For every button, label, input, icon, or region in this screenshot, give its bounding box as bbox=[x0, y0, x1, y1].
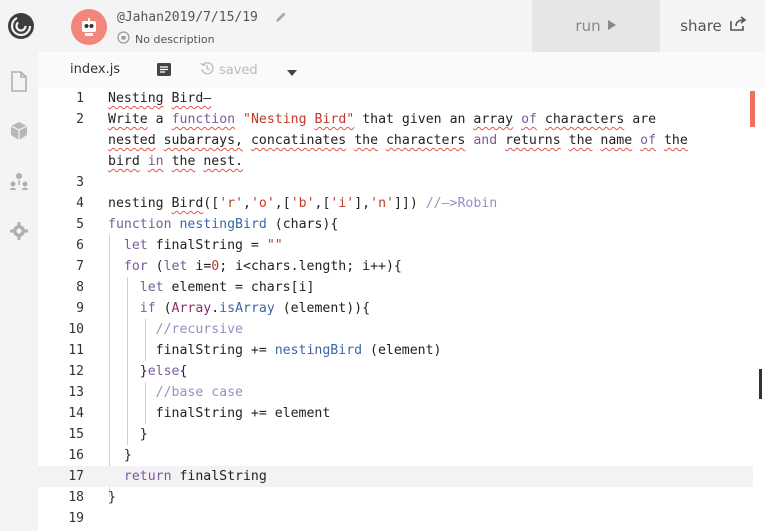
code-text: //recursive bbox=[155, 322, 243, 337]
line-number: 5 bbox=[76, 217, 84, 232]
line-number: 2 bbox=[76, 112, 84, 127]
line-number: 14 bbox=[68, 406, 84, 421]
code-line: nested subarrays, concatinates the chara… bbox=[38, 130, 753, 151]
play-icon bbox=[607, 17, 617, 35]
code-text: function nestingBird (chars){ bbox=[108, 217, 339, 232]
code-line: 19 bbox=[38, 508, 753, 529]
multiplayer-icon[interactable] bbox=[6, 168, 32, 194]
code-text: //base case bbox=[155, 385, 243, 400]
code-line: 16 } bbox=[38, 445, 753, 466]
line-number: 1 bbox=[76, 91, 84, 106]
line-number: 8 bbox=[76, 280, 84, 295]
chevron-down-icon[interactable] bbox=[286, 62, 298, 81]
line-number: 10 bbox=[68, 322, 84, 337]
tab-index-js[interactable]: index.js bbox=[70, 62, 120, 77]
editor-tab-bar: index.js saved bbox=[38, 52, 765, 88]
pencil-icon[interactable] bbox=[275, 11, 287, 26]
code-text: finalString += nestingBird (element) bbox=[108, 343, 442, 358]
replit-logo-icon[interactable] bbox=[0, 0, 42, 52]
share-button[interactable]: share bbox=[662, 0, 765, 52]
description-text: No description bbox=[135, 32, 215, 46]
code-text: nested subarrays, concatinates the chara… bbox=[108, 133, 688, 148]
history-icon bbox=[200, 61, 214, 79]
code-line: 5 function nestingBird (chars){ bbox=[38, 214, 753, 235]
line-number: 15 bbox=[68, 427, 84, 442]
description[interactable]: No description bbox=[117, 31, 215, 47]
line-number: 17 bbox=[68, 469, 84, 484]
privacy-icon bbox=[117, 31, 130, 47]
code-text: } bbox=[108, 427, 148, 442]
run-label: run bbox=[575, 17, 601, 35]
code-line-active: 17 return finalString bbox=[38, 466, 753, 487]
code-text: return finalString bbox=[123, 469, 267, 484]
scrollbar-error-marker bbox=[750, 91, 755, 127]
format-icon[interactable] bbox=[156, 62, 172, 81]
code-line: 6 let finalString = "" bbox=[38, 235, 753, 256]
saved-label: saved bbox=[219, 62, 258, 78]
code-line: 10 //recursive bbox=[38, 319, 753, 340]
code-text: } bbox=[108, 448, 132, 463]
code-line: 12 }else{ bbox=[38, 361, 753, 382]
code-line: 2 Write a function "Nesting Bird" that g… bbox=[38, 109, 753, 130]
code-text: Write a function "Nesting Bird" that giv… bbox=[108, 112, 657, 127]
code-text: } bbox=[108, 490, 116, 505]
code-line: 3 bbox=[38, 172, 753, 193]
code-line: 9 if (Array.isArray (element)){ bbox=[38, 298, 753, 319]
code-line: 13 //base case bbox=[38, 382, 753, 403]
package-icon[interactable] bbox=[6, 118, 32, 144]
code-text: nesting Bird(['r','o',['b',['i'],'n']]) … bbox=[108, 196, 498, 211]
line-number: 7 bbox=[76, 259, 84, 274]
code-editor[interactable]: 1 Nesting Bird– 2 Write a function "Nest… bbox=[38, 88, 765, 531]
code-text: let element = chars[i] bbox=[139, 280, 315, 295]
file-icon[interactable] bbox=[6, 68, 32, 94]
line-number: 19 bbox=[68, 511, 84, 526]
code-text: finalString += element bbox=[108, 406, 331, 421]
line-number: 9 bbox=[76, 301, 84, 316]
editor-scrollbar[interactable] bbox=[759, 369, 762, 399]
code-text: for (let i=0; i<chars.length; i++){ bbox=[123, 259, 402, 274]
code-line: 4 nesting Bird(['r','o',['b',['i'],'n']]… bbox=[38, 193, 753, 214]
repl-title[interactable]: @Jahan2019/7/15/19 bbox=[117, 10, 258, 25]
line-number: 12 bbox=[68, 364, 84, 379]
line-number: 16 bbox=[68, 448, 84, 463]
header: @Jahan2019/7/15/19 No description run sh… bbox=[0, 0, 765, 52]
code-line: 7 for (let i=0; i<chars.length; i++){ bbox=[38, 256, 753, 277]
code-text: if (Array.isArray (element)){ bbox=[139, 301, 371, 316]
line-number: 4 bbox=[76, 196, 84, 211]
code-text: Nesting Bird– bbox=[108, 91, 212, 106]
sidebar bbox=[0, 52, 38, 531]
line-number: 13 bbox=[68, 385, 84, 400]
run-button[interactable]: run bbox=[532, 0, 660, 52]
avatar[interactable] bbox=[71, 9, 107, 45]
share-label: share bbox=[680, 17, 722, 35]
code-line: 14 finalString += element bbox=[38, 403, 753, 424]
code-line: 15 } bbox=[38, 424, 753, 445]
code-text: }else{ bbox=[108, 364, 188, 379]
line-number: 6 bbox=[76, 238, 84, 253]
line-number: 3 bbox=[76, 175, 84, 190]
code-text: bird in the nest. bbox=[108, 154, 244, 169]
saved-status[interactable]: saved bbox=[200, 61, 258, 79]
gear-icon[interactable] bbox=[6, 218, 32, 244]
code-line: 8 let element = chars[i] bbox=[38, 277, 753, 298]
code-line: bird in the nest. bbox=[38, 151, 753, 172]
avatar-robot-icon bbox=[82, 18, 96, 36]
code-line: 1 Nesting Bird– bbox=[38, 88, 753, 109]
share-icon bbox=[729, 16, 747, 36]
code-line: 11 finalString += nestingBird (element) bbox=[38, 340, 753, 361]
code-line: 18 } bbox=[38, 487, 753, 508]
line-number: 11 bbox=[68, 343, 84, 358]
line-number: 18 bbox=[68, 490, 84, 505]
code-text: let finalString = "" bbox=[123, 238, 283, 253]
